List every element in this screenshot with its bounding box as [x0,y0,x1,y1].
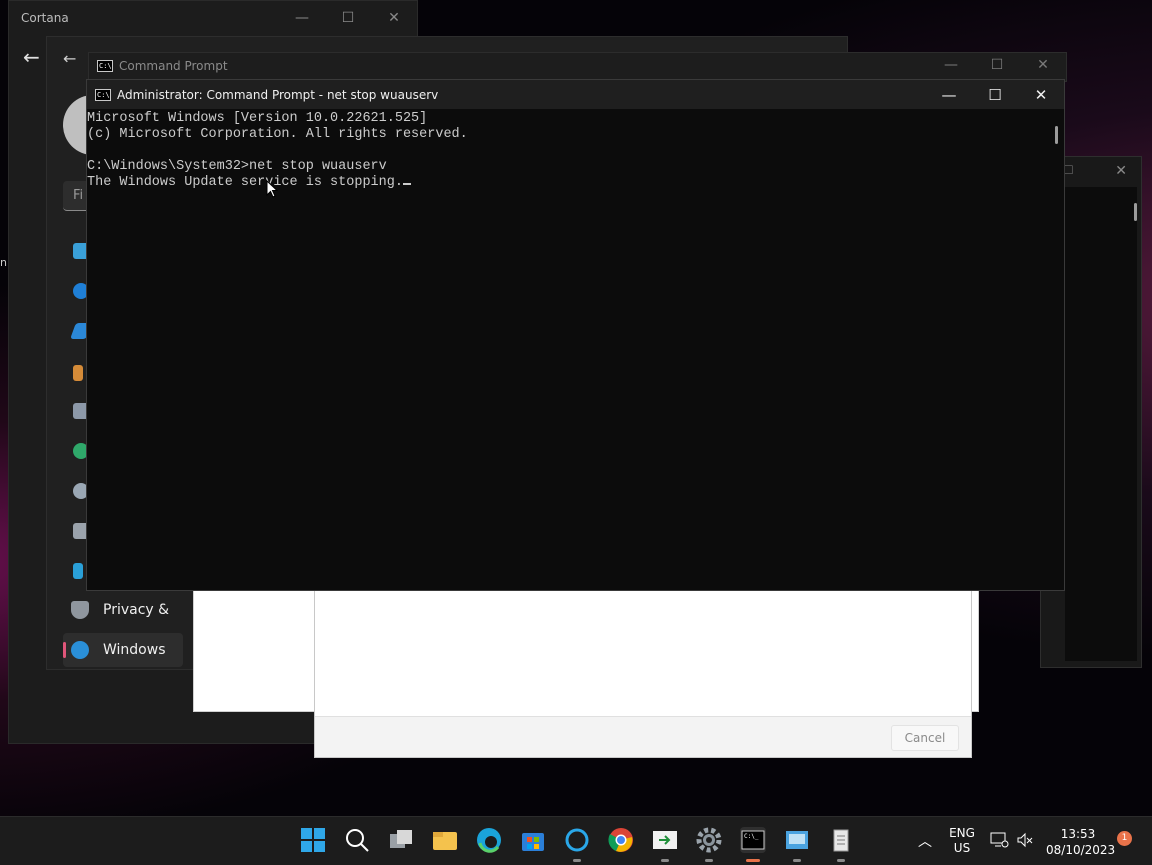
notification-badge[interactable]: 1 [1117,831,1132,846]
personalization-icon [73,365,83,381]
maximize-icon[interactable]: ☐ [972,86,1018,104]
minimize-icon[interactable]: — [928,57,974,73]
clock-time: 13:53 [1060,827,1096,841]
cancel-button[interactable]: Cancel [891,725,959,751]
command-prompt-window-back: C:\ Command Prompt — ☐ ✕ [88,52,1067,82]
close-icon[interactable]: ✕ [1020,57,1066,73]
close-icon[interactable]: ✕ [371,10,417,26]
cmd-icon: C:\ [97,60,113,72]
running-indicator [573,859,581,862]
language-indicator[interactable]: ENG US [946,826,978,856]
window-title: Command Prompt [119,59,228,73]
console-line-last: The Windows Update service is stopping. [87,175,1050,191]
settings-gear-icon[interactable] [696,827,722,862]
sidebar-item-label: Windows [103,642,166,658]
close-icon[interactable]: ✕ [1018,86,1064,104]
network-icon[interactable] [990,831,1010,852]
sidebar-item-label: Privacy & [103,602,170,618]
edge-icon[interactable] [476,827,502,853]
console-line: C:\Windows\System32>net stop wuauserv [87,159,387,174]
cortana-title: Cortana [21,11,69,25]
cmd-icon: C:\ [95,88,111,101]
console-line: Microsoft Windows [Version 10.0.22621.52… [87,111,428,126]
chrome-icon[interactable] [608,827,634,853]
running-indicator [837,859,845,862]
svg-text:C:\_: C:\_ [744,833,759,840]
running-indicator [793,859,801,862]
mouse-pointer-icon [266,180,278,198]
volume-muted-icon[interactable] [1016,831,1034,852]
scrollbar[interactable] [1134,203,1137,221]
search-icon[interactable] [344,827,370,853]
cmd-titlebar: C:\ Administrator: Command Prompt - net … [87,80,1064,109]
shield-icon [71,601,89,619]
sidebar-item-privacy[interactable]: Privacy & [63,593,183,627]
remote-app-icon[interactable] [652,827,678,862]
region-code: US [953,841,971,855]
task-view-icon[interactable] [388,827,414,853]
console-line: (c) Microsoft Corporation. All rights re… [87,127,468,142]
taskbar: C:\_ ︿ ENG US 13:53 08/10/2023 [0,816,1152,865]
left-stub-text: n [0,256,7,269]
cortana-icon[interactable] [564,827,590,862]
command-prompt-taskbar-icon[interactable]: C:\_ [740,827,766,862]
maximize-icon[interactable]: ☐ [325,10,371,26]
console-area [1065,187,1137,661]
running-indicator [661,859,669,862]
minimize-icon[interactable]: — [926,86,972,104]
back-arrow-icon[interactable]: ← [23,45,40,69]
store-icon[interactable] [520,827,546,853]
accessibility-icon [73,563,83,579]
close-icon[interactable]: ✕ [1115,163,1127,179]
windows-update-icon [71,641,89,659]
cortana-titlebar: Cortana — ☐ ✕ [9,1,417,35]
sidebar-item-windows-update[interactable]: Windows [63,633,183,667]
dialog-footer: Cancel [315,716,971,757]
language-code: ENG [949,826,975,840]
scrollbar[interactable] [1055,126,1058,144]
back-arrow-icon[interactable]: ← [63,49,76,68]
control-panel-icon[interactable] [784,827,810,862]
start-icon[interactable] [300,827,326,853]
file-explorer-icon[interactable] [432,827,458,853]
maximize-icon[interactable]: ☐ [974,57,1020,73]
clock-date: 08/10/2023 [1046,843,1116,857]
clock[interactable]: 13:53 08/10/2023 [1046,826,1116,858]
console-output[interactable]: Microsoft Windows [Version 10.0.22621.52… [87,109,1050,590]
dialog-window: Cancel [314,580,972,758]
text-cursor [402,183,411,185]
console-line: The Windows Update service is stopping. [87,175,403,190]
command-prompt-window: C:\ Administrator: Command Prompt - net … [86,79,1065,591]
window-title: Administrator: Command Prompt - net stop… [117,87,439,102]
active-indicator [746,859,760,862]
minimize-icon[interactable]: — [279,10,325,26]
running-indicator [705,859,713,862]
notepad-icon[interactable] [828,827,854,862]
chevron-up-icon[interactable]: ︿ [918,831,932,851]
